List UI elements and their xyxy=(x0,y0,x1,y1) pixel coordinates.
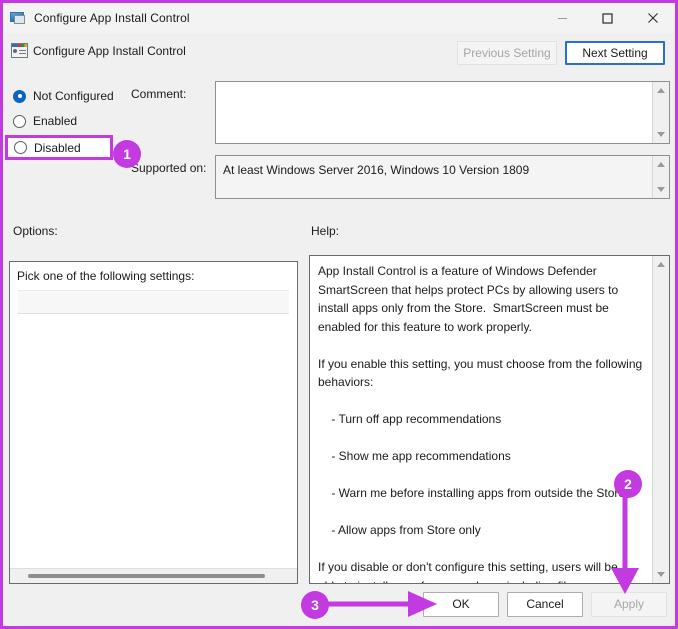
setting-state-area: Not Configured Enabled Disabled Comment:… xyxy=(3,75,675,215)
help-section-label: Help: xyxy=(311,224,339,238)
options-instruction-label: Pick one of the following settings: xyxy=(17,269,194,283)
scrollbar-thumb[interactable] xyxy=(28,574,265,578)
state-radio-group: Not Configured Enabled Disabled xyxy=(9,85,129,163)
annotation-badge-2: 2 xyxy=(614,470,642,498)
scroll-up-icon[interactable] xyxy=(653,156,669,173)
dialog-footer: OK Cancel Apply xyxy=(3,584,675,626)
maximize-icon[interactable] xyxy=(585,3,630,33)
scroll-down-icon[interactable] xyxy=(653,566,669,583)
comment-label: Comment: xyxy=(131,87,186,101)
title-bar: Configure App Install Control xyxy=(3,3,675,33)
radio-enabled-label: Enabled xyxy=(33,114,77,128)
supported-on-scrollbar[interactable] xyxy=(652,156,669,198)
options-dropdown[interactable] xyxy=(18,290,289,314)
supported-on-label: Supported on: xyxy=(131,161,206,175)
setting-header: Configure App Install Control Previous S… xyxy=(3,33,675,75)
cancel-button[interactable]: Cancel xyxy=(507,592,583,617)
radio-indicator-icon xyxy=(14,141,27,154)
ok-button[interactable]: OK xyxy=(423,592,499,617)
help-text: App Install Control is a feature of Wind… xyxy=(318,262,643,584)
radio-disabled-label: Disabled xyxy=(34,141,81,155)
previous-setting-button[interactable]: Previous Setting xyxy=(457,41,557,65)
next-setting-button[interactable]: Next Setting xyxy=(565,41,665,65)
group-policy-setting-window: Configure App Install Control Configure … xyxy=(0,0,678,629)
radio-enabled[interactable]: Enabled xyxy=(9,110,129,132)
window-controls xyxy=(540,3,675,33)
scroll-down-icon[interactable] xyxy=(653,181,669,198)
window-title: Configure App Install Control xyxy=(34,11,190,25)
supported-on-textarea: At least Windows Server 2016, Windows 10… xyxy=(215,155,670,199)
setting-navigation: Previous Setting Next Setting xyxy=(457,41,665,65)
dialog-actions: OK Cancel Apply xyxy=(423,592,667,617)
radio-indicator-icon xyxy=(13,90,26,103)
radio-not-configured-label: Not Configured xyxy=(33,89,114,103)
scroll-up-icon[interactable] xyxy=(653,82,669,99)
radio-disabled[interactable]: Disabled xyxy=(5,135,113,160)
group-policy-icon xyxy=(11,43,29,59)
comment-textarea[interactable] xyxy=(215,81,670,144)
options-section-label: Options: xyxy=(13,224,58,238)
scroll-down-icon[interactable] xyxy=(653,126,669,143)
minimize-icon[interactable] xyxy=(540,3,585,33)
radio-not-configured[interactable]: Not Configured xyxy=(9,85,129,107)
policy-monitor-icon xyxy=(10,10,26,26)
help-scrollbar[interactable] xyxy=(652,256,669,583)
annotation-badge-1: 1 xyxy=(113,140,141,168)
scroll-up-icon[interactable] xyxy=(653,256,669,273)
supported-on-value: At least Windows Server 2016, Windows 10… xyxy=(223,163,647,178)
apply-button[interactable]: Apply xyxy=(591,592,667,617)
annotation-badge-3: 3 xyxy=(301,591,329,619)
comment-scrollbar[interactable] xyxy=(652,82,669,143)
close-icon[interactable] xyxy=(630,3,675,33)
options-panel: Pick one of the following settings: xyxy=(9,261,298,584)
setting-title: Configure App Install Control xyxy=(33,44,186,58)
radio-indicator-icon xyxy=(13,115,26,128)
options-horizontal-scrollbar[interactable] xyxy=(10,568,297,583)
help-panel: App Install Control is a feature of Wind… xyxy=(309,255,670,584)
